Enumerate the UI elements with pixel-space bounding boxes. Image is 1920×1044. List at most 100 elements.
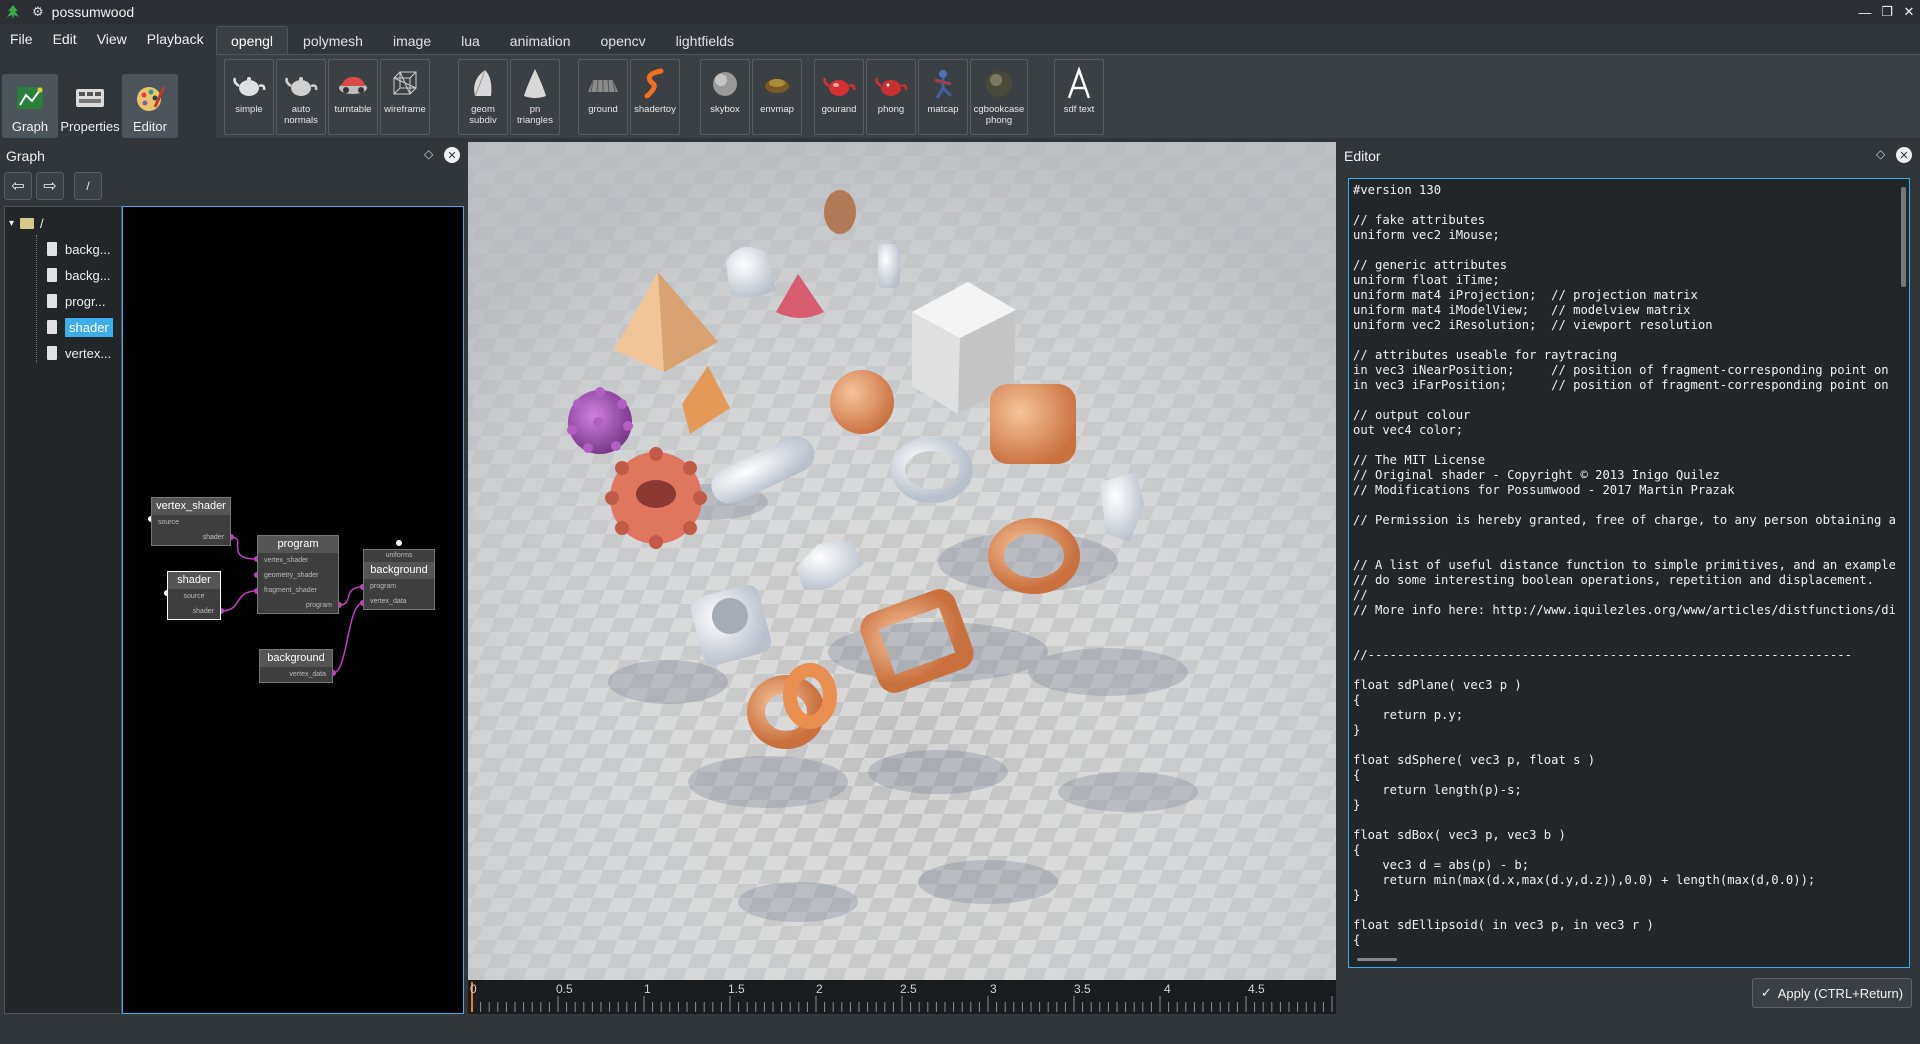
properties-tool-button[interactable]: Properties [60, 74, 120, 138]
timeline-label: 4.5 [1248, 982, 1265, 996]
tree-item-program[interactable]: progr... [47, 289, 105, 313]
gear-icon[interactable]: ⚙ [32, 4, 44, 20]
editor-panel-title: Editor [1344, 148, 1381, 164]
menu-file[interactable]: File [0, 31, 43, 47]
tab-lightfields[interactable]: lightfields [661, 26, 749, 54]
tree-item-background-2[interactable]: backg... [47, 263, 111, 287]
toolbar-gourand[interactable]: gourand [814, 59, 864, 135]
shader-source-text[interactable]: #version 130 // fake attributes uniform … [1353, 183, 1895, 948]
arrow-left-icon: ⇦ [11, 178, 25, 195]
tab-polymesh[interactable]: polymesh [288, 26, 378, 54]
back-button[interactable]: ⇦ [4, 172, 32, 200]
close-graph-panel-button[interactable]: ✕ [444, 147, 460, 163]
menu-view[interactable]: View [87, 31, 137, 47]
float-graph-panel-icon[interactable]: ◇ [424, 147, 433, 161]
3d-viewport[interactable] [468, 142, 1336, 1014]
graph-icon [17, 87, 43, 109]
code-editor[interactable]: #version 130 // fake attributes uniform … [1348, 178, 1910, 968]
timeline-label: 4 [1164, 982, 1171, 996]
toolbar-shadertoy[interactable]: shadertoy [630, 59, 680, 135]
toolbar-envmap[interactable]: envmap [752, 59, 802, 135]
checkmark-icon: ✓ [1760, 985, 1772, 1000]
timeline-label: 1.5 [728, 982, 745, 996]
timeline-label: 3 [990, 982, 997, 996]
node-background-data[interactable]: background vertex_data [259, 649, 333, 683]
path-root-button[interactable]: / [74, 172, 102, 200]
toolbar-matcap[interactable]: matcap [918, 59, 968, 135]
tree-item-background-1[interactable]: backg... [47, 237, 111, 261]
graph-tree: ▾ / backg... backg... progr... shader ve… [4, 206, 122, 1014]
toolbar-turntable[interactable]: turntable [328, 59, 378, 135]
cone-icon [524, 69, 546, 98]
chevron-down-icon[interactable]: ▾ [9, 218, 14, 229]
graph-tool-button[interactable]: Graph [2, 74, 58, 138]
node-shader[interactable]: shader source shader [167, 571, 221, 620]
timeline-label: 2.5 [900, 982, 917, 996]
letter-a-icon [1067, 66, 1091, 99]
node-graph-canvas[interactable]: vertex_shader source shader program vert… [122, 206, 464, 1014]
properties-icon [76, 89, 104, 107]
timeline-label: 0 [470, 982, 477, 996]
timeline-scrubber[interactable]: 0 0.5 1 1.5 2 2.5 3 3.5 4 4.5 [468, 980, 1336, 1014]
file-icon [47, 346, 57, 360]
tab-animation[interactable]: animation [495, 26, 586, 54]
tab-opengl[interactable]: opengl [216, 26, 289, 54]
timeline-label: 0.5 [556, 982, 573, 996]
tab-opencv[interactable]: opencv [586, 26, 661, 54]
toolbar-ground[interactable]: ground [578, 59, 628, 135]
folder-icon [20, 217, 35, 229]
toolbar-wireframe[interactable]: wireframe [380, 59, 430, 135]
horizontal-scrollbar[interactable] [1357, 958, 1397, 961]
node-vertex-shader[interactable]: vertex_shader source shader [151, 497, 231, 546]
file-icon [47, 294, 57, 308]
toolbar-panel: simple auto normals turntable wireframe … [216, 54, 1920, 138]
dock-toggle-tools: Graph Properties Editor [2, 74, 178, 138]
apply-button[interactable]: ✓ Apply (CTRL+Return) [1752, 978, 1912, 1008]
editor-tool-button[interactable]: Editor [122, 74, 178, 138]
minimize-button[interactable]: — [1854, 0, 1876, 24]
teapot-icon [823, 77, 856, 96]
menu-edit[interactable]: Edit [43, 31, 87, 47]
toolbar-geom-subdiv[interactable]: geom subdiv [458, 59, 508, 135]
maximize-button[interactable]: ❐ [1876, 0, 1898, 24]
rendered-scene [468, 142, 1336, 1014]
menu-playback[interactable]: Playback [137, 31, 214, 47]
sphere-icon [713, 72, 737, 96]
tab-image[interactable]: image [378, 26, 446, 54]
graph-panel-title: Graph [6, 148, 45, 164]
toolbar-sdf-text[interactable]: sdf text [1054, 59, 1104, 135]
tree-root[interactable]: ▾ / [9, 211, 44, 235]
node-program[interactable]: program vertex_shader geometry_shader fr… [257, 535, 339, 614]
teapot-icon [233, 77, 266, 96]
window-title: possumwood [51, 4, 135, 20]
close-editor-panel-button[interactable]: ✕ [1896, 147, 1912, 163]
toolbar-phong[interactable]: phong [866, 59, 916, 135]
toolbar-pn-triangles[interactable]: pn triangles [510, 59, 560, 135]
toolbar-simple[interactable]: simple [224, 59, 274, 135]
rock-icon [986, 71, 1012, 97]
close-window-button[interactable]: ✕ [1898, 0, 1920, 24]
wireframe-cube-icon [393, 71, 417, 95]
figure-icon [934, 70, 953, 99]
forward-button[interactable]: ⇨ [36, 172, 64, 200]
toolbar-cgbookcase-phong[interactable]: cgbookcase phong [970, 59, 1028, 135]
envmap-icon [765, 79, 789, 93]
teapot-icon [285, 77, 318, 96]
teapot-icon [875, 77, 908, 96]
tab-lua[interactable]: lua [446, 26, 495, 54]
arrow-right-icon: ⇨ [43, 178, 57, 195]
vertical-scrollbar[interactable] [1901, 187, 1906, 287]
node-background-render[interactable]: uniforms background program vertex_data [363, 549, 435, 610]
timeline-label: 1 [644, 982, 651, 996]
toolbar-auto-normals[interactable]: auto normals [276, 59, 326, 135]
editor-icon [137, 86, 166, 111]
toolbar-skybox[interactable]: skybox [700, 59, 750, 135]
tree-item-vertex-shader[interactable]: vertex... [47, 341, 111, 365]
float-editor-panel-icon[interactable]: ◇ [1876, 147, 1885, 161]
menu-bar: File Edit View Playback [0, 24, 214, 54]
toolbar-tabs: opengl polymesh image lua animation open… [216, 24, 749, 54]
tree-item-shader[interactable]: shader [47, 315, 113, 339]
ground-icon [588, 79, 618, 93]
status-bar [0, 1016, 1920, 1044]
timeline-label: 2 [816, 982, 823, 996]
